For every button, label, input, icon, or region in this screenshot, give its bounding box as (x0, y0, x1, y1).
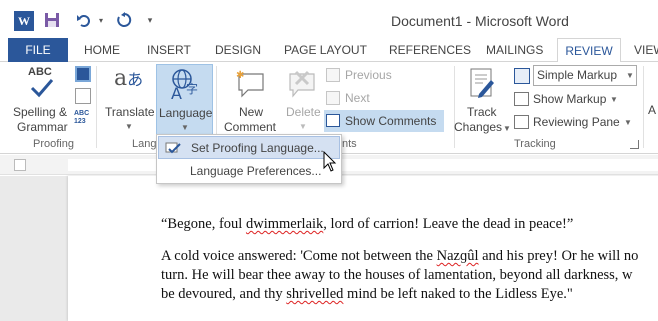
svg-text:✱: ✱ (236, 70, 244, 81)
group-divider (643, 66, 644, 148)
chevron-down-icon: ▼ (503, 124, 511, 133)
new-comment-label-1: New (239, 105, 264, 119)
tab-page-layout[interactable]: PAGE LAYOUT (284, 38, 367, 62)
display-for-review-select[interactable]: Simple Markup ▼ (533, 65, 637, 86)
tab-review[interactable]: REVIEW (557, 38, 621, 63)
group-label-proofing: Proofing (33, 138, 74, 150)
group-label-comments: nts (342, 138, 357, 150)
menu-item-set-proofing-language[interactable]: Set Proofing Language... (158, 136, 340, 159)
language-button[interactable]: A字 Language ▼ (156, 64, 213, 136)
ribbon-tabs: FILE HOME INSERT DESIGN PAGE LAYOUT REFE… (0, 38, 658, 63)
mouse-cursor-icon (323, 150, 337, 176)
tab-file[interactable]: FILE (8, 38, 68, 62)
spelling-label-1: Spelling & (13, 105, 68, 119)
reviewing-pane-label: Reviewing Pane (533, 115, 620, 129)
translate-icon: aあ (114, 66, 144, 91)
group-divider (96, 66, 97, 148)
delete-label: Delete (286, 105, 321, 119)
next-comment-button[interactable]: Next (326, 89, 406, 109)
next-label: Next (345, 91, 370, 105)
paragraph-2-line-3: be devoured, and thy shrivelled mind be … (161, 286, 573, 302)
set-proofing-language-label: Set Proofing Language... (191, 141, 324, 155)
undo-icon[interactable] (74, 9, 94, 31)
show-comments-label: Show Comments (345, 114, 437, 128)
next-icon (326, 91, 340, 105)
save-icon[interactable] (42, 9, 62, 31)
track-changes-icon (469, 68, 495, 100)
chevron-down-icon: ▼ (125, 122, 133, 131)
paragraph-1: “Begone, foul dwimmerlaik, lord of carri… (161, 216, 574, 232)
chevron-down-icon: ▼ (626, 71, 634, 80)
language-globe-icon: A字 (168, 67, 202, 103)
show-markup-label: Show Markup (533, 92, 607, 106)
tab-references[interactable]: REFERENCES (389, 38, 471, 62)
tab-view[interactable]: VIEW (634, 38, 658, 62)
spelling-grammar-button[interactable]: ABC Spelling & Grammar (10, 64, 72, 136)
abc-icon-text: ABC (28, 66, 52, 78)
word-app-icon[interactable]: W (14, 11, 34, 31)
new-comment-label-2: Comment (224, 120, 277, 134)
group-label-language: Lang (132, 138, 157, 150)
chevron-down-icon: ▼ (624, 118, 632, 127)
tab-selector[interactable] (14, 159, 26, 171)
translate-button[interactable]: aあ Translate ▼ (102, 64, 155, 136)
reviewing-pane-icon (514, 115, 529, 129)
previous-comment-button[interactable]: Previous (326, 66, 406, 86)
previous-icon (326, 68, 340, 82)
svg-text:字: 字 (186, 81, 198, 96)
display-for-review-icon (514, 68, 530, 84)
language-label: Language (159, 106, 213, 120)
show-markup-button[interactable]: Show Markup ▼ (514, 90, 626, 110)
chevron-down-icon: ▼ (299, 122, 307, 131)
group-label-tracking: Tracking (514, 138, 556, 150)
redo-icon[interactable] (114, 9, 134, 31)
research-icon[interactable] (75, 66, 91, 82)
paragraph-2-line-1: A cold voice answered: 'Come not between… (161, 248, 639, 264)
new-comment-button[interactable]: ✱ New Comment (222, 64, 280, 136)
undo-dropdown-icon[interactable]: ▾ (96, 9, 106, 31)
paragraph-2-line-2: turn. He will bear thee away to the hous… (161, 267, 633, 283)
chevron-down-icon: ▼ (181, 123, 189, 132)
tab-mailings[interactable]: MAILINGS (486, 38, 543, 62)
new-comment-icon: ✱ (236, 68, 266, 98)
abc-check-icon: ABC (28, 66, 58, 100)
tab-design[interactable]: DESIGN (215, 38, 261, 62)
track-changes-label-2: Changes (454, 120, 503, 134)
tab-insert[interactable]: INSERT (147, 38, 191, 62)
word-count-icon[interactable]: ABC 123 (74, 110, 92, 128)
proofing-check-icon (165, 141, 181, 155)
window-title: Document1 - Microsoft Word (391, 13, 569, 29)
show-markup-icon (514, 92, 529, 106)
menu-item-language-preferences[interactable]: Language Preferences... (158, 160, 340, 183)
language-menu: Set Proofing Language... Language Prefer… (156, 134, 342, 184)
translate-label: Translate (105, 105, 155, 119)
simple-markup-value: Simple Markup (537, 68, 618, 82)
show-comments-button[interactable]: Show Comments (324, 110, 444, 132)
show-comments-icon (326, 114, 340, 127)
dialog-launcher-icon[interactable] (630, 140, 639, 149)
delete-comment-button[interactable]: Delete ▼ (282, 64, 322, 136)
track-changes-label-1: Track (467, 105, 497, 119)
previous-label: Previous (345, 68, 392, 82)
chevron-down-icon: ▼ (610, 95, 618, 104)
document-area: “Begone, foul dwimmerlaik, lord of carri… (0, 176, 658, 321)
customize-toolbar-icon[interactable]: ▾ (144, 9, 156, 31)
track-changes-button[interactable]: Track Changes ▼ (454, 64, 511, 136)
title-bar: W ▾ ▾ Document1 - Microsoft Word (0, 0, 658, 38)
delete-comment-icon (288, 68, 316, 98)
thesaurus-icon[interactable] (75, 88, 91, 104)
reviewing-pane-button[interactable]: Reviewing Pane ▼ (514, 113, 638, 133)
svg-text:A: A (171, 84, 182, 101)
spelling-label-2: Grammar (17, 120, 68, 134)
document-page[interactable]: “Begone, foul dwimmerlaik, lord of carri… (68, 176, 658, 321)
language-preferences-label: Language Preferences... (190, 164, 322, 178)
accept-partial-label: A (648, 103, 657, 117)
tab-home[interactable]: HOME (84, 38, 120, 62)
